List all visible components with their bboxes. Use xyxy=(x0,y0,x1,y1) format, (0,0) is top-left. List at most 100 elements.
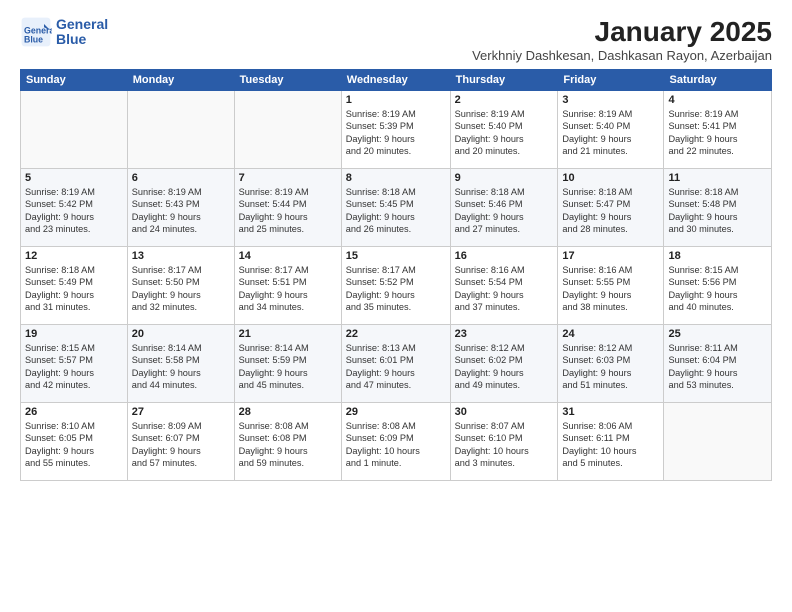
day-info: Sunrise: 8:17 AM Sunset: 5:50 PM Dayligh… xyxy=(132,264,230,314)
day-info: Sunrise: 8:17 AM Sunset: 5:52 PM Dayligh… xyxy=(346,264,446,314)
calendar-cell xyxy=(664,403,772,481)
day-number: 29 xyxy=(346,406,446,418)
calendar-cell: 5 Sunrise: 8:19 AM Sunset: 5:42 PM Daylig… xyxy=(21,169,128,247)
weekday-header-saturday: Saturday xyxy=(664,70,772,91)
day-number: 2 xyxy=(455,94,554,106)
day-number: 14 xyxy=(239,250,337,262)
calendar-cell: 24 Sunrise: 8:12 AM Sunset: 6:03 PM Dayli… xyxy=(558,325,664,403)
calendar-cell xyxy=(127,91,234,169)
day-info: Sunrise: 8:15 AM Sunset: 5:57 PM Dayligh… xyxy=(25,342,123,392)
calendar-table: SundayMondayTuesdayWednesdayThursdayFrid… xyxy=(20,69,772,481)
day-info: Sunrise: 8:14 AM Sunset: 5:59 PM Dayligh… xyxy=(239,342,337,392)
calendar-cell: 11 Sunrise: 8:18 AM Sunset: 5:48 PM Dayli… xyxy=(664,169,772,247)
weekday-header-monday: Monday xyxy=(127,70,234,91)
day-number: 20 xyxy=(132,328,230,340)
day-number: 1 xyxy=(346,94,446,106)
header: General Blue General Blue January 2025 V… xyxy=(20,16,772,63)
calendar-cell: 12 Sunrise: 8:18 AM Sunset: 5:49 PM Dayli… xyxy=(21,247,128,325)
calendar-cell: 4Sunrise: 8:19 AM Sunset: 5:41 PM Daylig… xyxy=(664,91,772,169)
day-info: Sunrise: 8:13 AM Sunset: 6:01 PM Dayligh… xyxy=(346,342,446,392)
location-title: Verkhniy Dashkesan, Dashkasan Rayon, Aze… xyxy=(472,48,772,63)
day-number: 8 xyxy=(346,172,446,184)
month-title: January 2025 xyxy=(472,16,772,48)
day-info: Sunrise: 8:10 AM Sunset: 6:05 PM Dayligh… xyxy=(25,420,123,470)
day-number: 21 xyxy=(239,328,337,340)
calendar-cell: 23 Sunrise: 8:12 AM Sunset: 6:02 PM Dayli… xyxy=(450,325,558,403)
title-block: January 2025 Verkhniy Dashkesan, Dashkas… xyxy=(472,16,772,63)
calendar-cell: 25Sunrise: 8:11 AM Sunset: 6:04 PM Dayli… xyxy=(664,325,772,403)
weekday-header-row: SundayMondayTuesdayWednesdayThursdayFrid… xyxy=(21,70,772,91)
weekday-header-friday: Friday xyxy=(558,70,664,91)
day-info: Sunrise: 8:16 AM Sunset: 5:55 PM Dayligh… xyxy=(562,264,659,314)
day-number: 11 xyxy=(668,172,767,184)
day-info: Sunrise: 8:12 AM Sunset: 6:02 PM Dayligh… xyxy=(455,342,554,392)
day-info: Sunrise: 8:06 AM Sunset: 6:11 PM Dayligh… xyxy=(562,420,659,470)
calendar-cell xyxy=(21,91,128,169)
day-number: 10 xyxy=(562,172,659,184)
day-info: Sunrise: 8:18 AM Sunset: 5:49 PM Dayligh… xyxy=(25,264,123,314)
day-info: Sunrise: 8:19 AM Sunset: 5:41 PM Dayligh… xyxy=(668,108,767,158)
day-info: Sunrise: 8:19 AM Sunset: 5:42 PM Dayligh… xyxy=(25,186,123,236)
day-number: 26 xyxy=(25,406,123,418)
week-row-1: 1 Sunrise: 8:19 AM Sunset: 5:39 PM Daylig… xyxy=(21,91,772,169)
calendar-cell: 16Sunrise: 8:16 AM Sunset: 5:54 PM Dayli… xyxy=(450,247,558,325)
calendar-cell: 21 Sunrise: 8:14 AM Sunset: 5:59 PM Dayli… xyxy=(234,325,341,403)
day-number: 31 xyxy=(562,406,659,418)
day-number: 19 xyxy=(25,328,123,340)
weekday-header-tuesday: Tuesday xyxy=(234,70,341,91)
day-info: Sunrise: 8:19 AM Sunset: 5:39 PM Dayligh… xyxy=(346,108,446,158)
day-info: Sunrise: 8:08 AM Sunset: 6:09 PM Dayligh… xyxy=(346,420,446,470)
weekday-header-wednesday: Wednesday xyxy=(341,70,450,91)
day-number: 24 xyxy=(562,328,659,340)
calendar-cell: 7 Sunrise: 8:19 AM Sunset: 5:44 PM Daylig… xyxy=(234,169,341,247)
day-number: 7 xyxy=(239,172,337,184)
day-number: 25 xyxy=(668,328,767,340)
calendar-cell: 1 Sunrise: 8:19 AM Sunset: 5:39 PM Daylig… xyxy=(341,91,450,169)
week-row-3: 12 Sunrise: 8:18 AM Sunset: 5:49 PM Dayli… xyxy=(21,247,772,325)
svg-text:Blue: Blue xyxy=(24,34,43,44)
calendar-cell: 10 Sunrise: 8:18 AM Sunset: 5:47 PM Dayli… xyxy=(558,169,664,247)
weekday-header-thursday: Thursday xyxy=(450,70,558,91)
day-number: 12 xyxy=(25,250,123,262)
day-info: Sunrise: 8:19 AM Sunset: 5:40 PM Dayligh… xyxy=(562,108,659,158)
calendar-cell: 2 Sunrise: 8:19 AM Sunset: 5:40 PM Daylig… xyxy=(450,91,558,169)
logo-text-line2: Blue xyxy=(56,32,108,47)
logo-icon: General Blue xyxy=(20,16,52,48)
day-number: 3 xyxy=(562,94,659,106)
day-number: 6 xyxy=(132,172,230,184)
day-info: Sunrise: 8:07 AM Sunset: 6:10 PM Dayligh… xyxy=(455,420,554,470)
day-number: 30 xyxy=(455,406,554,418)
calendar-cell xyxy=(234,91,341,169)
day-info: Sunrise: 8:19 AM Sunset: 5:44 PM Dayligh… xyxy=(239,186,337,236)
day-info: Sunrise: 8:08 AM Sunset: 6:08 PM Dayligh… xyxy=(239,420,337,470)
day-number: 9 xyxy=(455,172,554,184)
calendar-cell: 30 Sunrise: 8:07 AM Sunset: 6:10 PM Dayli… xyxy=(450,403,558,481)
calendar-cell: 9 Sunrise: 8:18 AM Sunset: 5:46 PM Daylig… xyxy=(450,169,558,247)
day-info: Sunrise: 8:18 AM Sunset: 5:45 PM Dayligh… xyxy=(346,186,446,236)
calendar-cell: 22 Sunrise: 8:13 AM Sunset: 6:01 PM Dayli… xyxy=(341,325,450,403)
day-number: 17 xyxy=(562,250,659,262)
calendar-cell: 27 Sunrise: 8:09 AM Sunset: 6:07 PM Dayli… xyxy=(127,403,234,481)
calendar-cell: 28Sunrise: 8:08 AM Sunset: 6:08 PM Dayli… xyxy=(234,403,341,481)
day-number: 13 xyxy=(132,250,230,262)
logo-text-line1: General xyxy=(56,17,108,32)
calendar-cell: 29 Sunrise: 8:08 AM Sunset: 6:09 PM Dayli… xyxy=(341,403,450,481)
weekday-header-sunday: Sunday xyxy=(21,70,128,91)
day-number: 5 xyxy=(25,172,123,184)
day-info: Sunrise: 8:18 AM Sunset: 5:46 PM Dayligh… xyxy=(455,186,554,236)
day-info: Sunrise: 8:17 AM Sunset: 5:51 PM Dayligh… xyxy=(239,264,337,314)
day-info: Sunrise: 8:09 AM Sunset: 6:07 PM Dayligh… xyxy=(132,420,230,470)
calendar-cell: 6Sunrise: 8:19 AM Sunset: 5:43 PM Daylig… xyxy=(127,169,234,247)
day-number: 27 xyxy=(132,406,230,418)
calendar-cell: 31 Sunrise: 8:06 AM Sunset: 6:11 PM Dayli… xyxy=(558,403,664,481)
week-row-5: 26 Sunrise: 8:10 AM Sunset: 6:05 PM Dayli… xyxy=(21,403,772,481)
day-info: Sunrise: 8:12 AM Sunset: 6:03 PM Dayligh… xyxy=(562,342,659,392)
calendar-cell: 8 Sunrise: 8:18 AM Sunset: 5:45 PM Daylig… xyxy=(341,169,450,247)
day-info: Sunrise: 8:18 AM Sunset: 5:47 PM Dayligh… xyxy=(562,186,659,236)
day-number: 23 xyxy=(455,328,554,340)
day-info: Sunrise: 8:18 AM Sunset: 5:48 PM Dayligh… xyxy=(668,186,767,236)
day-info: Sunrise: 8:15 AM Sunset: 5:56 PM Dayligh… xyxy=(668,264,767,314)
day-number: 22 xyxy=(346,328,446,340)
day-info: Sunrise: 8:19 AM Sunset: 5:40 PM Dayligh… xyxy=(455,108,554,158)
day-number: 16 xyxy=(455,250,554,262)
